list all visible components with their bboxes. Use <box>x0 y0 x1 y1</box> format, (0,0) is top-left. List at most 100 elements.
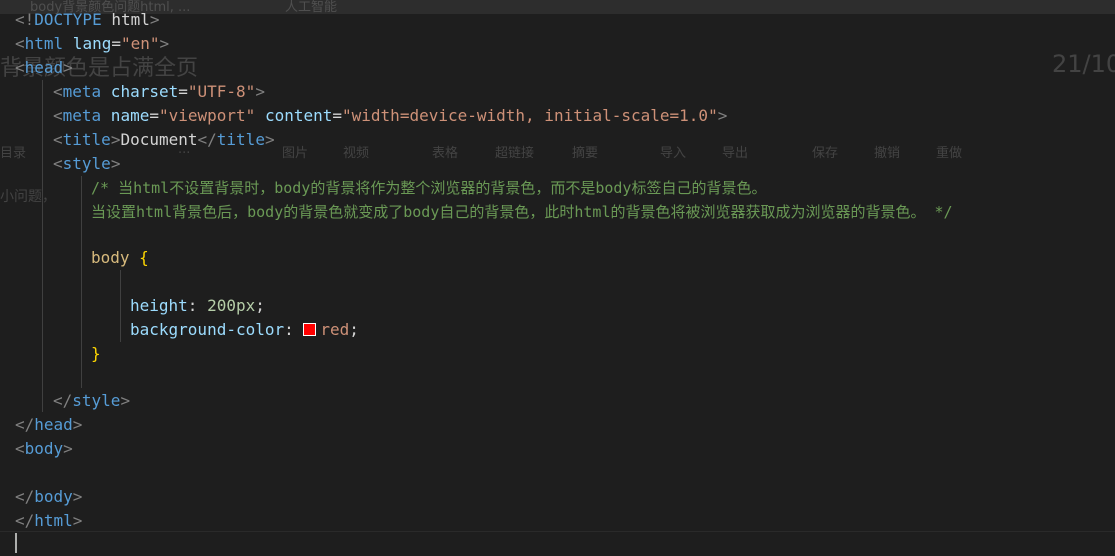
token-tag: meta <box>62 82 102 101</box>
code-line[interactable]: </head> <box>15 413 82 437</box>
background-page-counter: 21/10 <box>1052 50 1115 78</box>
token-tag: html <box>34 511 73 530</box>
token-punc: > <box>63 439 73 458</box>
token-tag: body <box>24 439 64 458</box>
token-string: "en" <box>120 34 160 53</box>
token-tag: style <box>62 154 111 173</box>
code-line[interactable]: <meta name="viewport" content="width=dev… <box>53 104 727 128</box>
token-text: Document <box>120 130 198 149</box>
code-line[interactable]: </style> <box>53 389 130 413</box>
token-eq: = <box>149 106 159 125</box>
code-line[interactable]: height: 200px; <box>130 294 265 318</box>
token-colon: : <box>284 320 304 339</box>
token-punc: <! <box>15 10 35 29</box>
code-line[interactable]: </html> <box>15 509 82 533</box>
token-value: red <box>320 320 350 339</box>
token-tag: title <box>216 130 265 149</box>
token-string: "width=device-width, initial-scale=1.0" <box>342 106 718 125</box>
code-editor[interactable]: body背景颜色问题html, ... 人工智能 背景颜色是占满全页 21/10… <box>0 0 1115 556</box>
token-punc: </ <box>15 415 35 434</box>
background-toolbar-item-4: 表格 <box>432 146 459 161</box>
token-punc: < <box>15 34 25 53</box>
code-line[interactable]: body { <box>91 246 149 270</box>
code-line[interactable]: <title>Document</title> <box>53 128 275 152</box>
code-comment-line[interactable]: 当设置html背景色后，body的背景色就变成了body自己的背景色，此时htm… <box>91 200 953 224</box>
code-line[interactable]: <meta charset="UTF-8"> <box>53 80 265 104</box>
background-toolbar-item-9: 保存 <box>812 146 839 161</box>
background-toolbar-item-2: 图片 <box>282 146 309 161</box>
token-doctype-name: html <box>101 10 150 29</box>
token-punc: </ <box>15 511 35 530</box>
token-punc: > <box>149 10 160 29</box>
token-attr: lang <box>63 34 112 53</box>
token-punc: > <box>72 511 83 530</box>
token-punc: < <box>53 82 63 101</box>
token-punc: > <box>717 106 728 125</box>
code-comment-line[interactable]: /* 当html不设置背景时，body的背景将作为整个浏览器的背景色，而不是bo… <box>91 176 766 200</box>
token-semicolon: ; <box>255 296 265 315</box>
token-punc: < <box>15 58 25 77</box>
token-punc: > <box>110 130 121 149</box>
token-punc: > <box>72 415 83 434</box>
token-selector: body <box>91 248 130 267</box>
color-swatch-icon[interactable] <box>303 323 317 336</box>
token-tag: meta <box>62 106 102 125</box>
token-tag: html <box>24 34 64 53</box>
code-line[interactable]: } <box>91 342 101 366</box>
token-punc: < <box>53 130 63 149</box>
token-property: background-color <box>130 320 285 339</box>
text-caret <box>15 533 17 553</box>
token-string: "UTF-8" <box>187 82 256 101</box>
code-line[interactable]: <body> <box>15 437 73 461</box>
token-punc: > <box>63 58 73 77</box>
token-doctype: DOCTYPE <box>34 10 102 29</box>
code-line[interactable]: <html lang="en"> <box>15 32 169 56</box>
token-punc: </ <box>15 487 35 506</box>
token-tag: title <box>62 130 111 149</box>
token-eq: = <box>332 106 343 125</box>
token-punc: </ <box>197 130 217 149</box>
token-brace: { <box>129 248 149 267</box>
background-toolbar-item-5: 超链接 <box>495 146 535 161</box>
code-line[interactable]: <!DOCTYPE html> <box>15 8 160 32</box>
code-line[interactable]: <head> <box>15 56 73 80</box>
token-property: height <box>130 296 188 315</box>
token-punc: > <box>72 487 83 506</box>
token-punc: > <box>264 130 275 149</box>
token-colon: : <box>187 296 208 315</box>
background-toolbar-item-7: 导入 <box>660 146 687 161</box>
current-line-highlight[interactable] <box>0 531 1115 556</box>
background-tab-title-2: 人工智能 <box>285 0 338 15</box>
token-punc: < <box>53 154 63 173</box>
token-punc: > <box>110 154 121 173</box>
token-punc: > <box>255 82 265 101</box>
indent-guide <box>120 270 121 342</box>
token-tag: body <box>34 487 73 506</box>
token-eq: = <box>111 34 121 53</box>
background-toolbar-item-3: 视频 <box>343 146 370 161</box>
background-toolbar-item-10: 撤销 <box>874 146 901 161</box>
code-line[interactable]: <style> <box>53 152 120 176</box>
code-line[interactable]: </body> <box>15 485 82 509</box>
indent-guide <box>42 80 43 412</box>
token-string: "viewport" <box>158 106 256 125</box>
token-punc: < <box>53 106 63 125</box>
background-body-text: 小问题， <box>0 189 56 205</box>
token-semicolon: ; <box>349 320 359 339</box>
token-tag: head <box>34 415 73 434</box>
token-punc: > <box>120 391 131 410</box>
token-number: 200px <box>207 296 256 315</box>
background-toolbar-item-6: 摘要 <box>572 146 599 161</box>
code-line[interactable]: background-color: red; <box>130 318 359 342</box>
token-tag: head <box>24 58 64 77</box>
token-attr: charset <box>101 82 179 101</box>
indent-guide <box>81 176 82 388</box>
token-attr: content <box>255 106 333 125</box>
token-attr: name <box>101 106 150 125</box>
background-toolbar-item-0: 目录 <box>0 146 27 161</box>
token-tag: style <box>72 391 121 410</box>
token-punc: > <box>159 34 170 53</box>
token-punc: < <box>15 439 25 458</box>
token-punc: </ <box>53 391 73 410</box>
background-toolbar-item-11: 重做 <box>936 146 963 161</box>
